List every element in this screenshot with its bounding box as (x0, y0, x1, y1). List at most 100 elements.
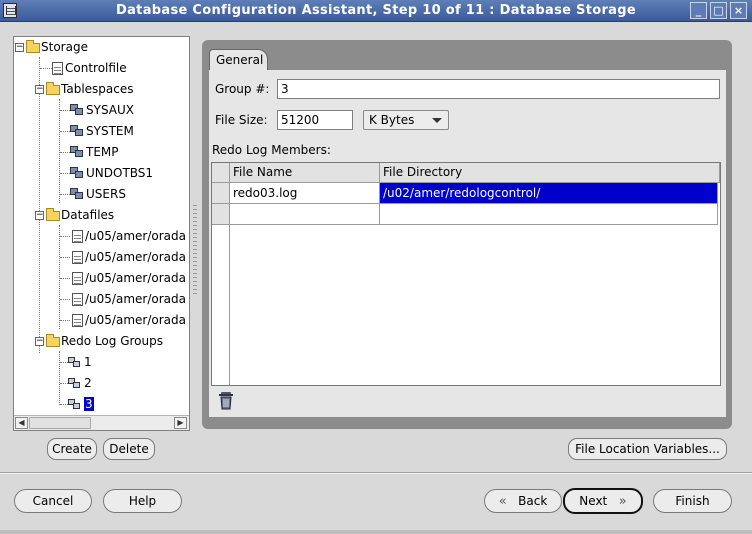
tree-connector (60, 383, 68, 384)
collapse-toggle[interactable]: − (35, 337, 44, 346)
chevron-down-icon (432, 118, 442, 123)
tree-node-redo-group-selected[interactable]: 3 (68, 395, 94, 413)
row-header[interactable] (212, 204, 230, 225)
table-cell-file-directory[interactable] (380, 204, 718, 225)
file-size-field[interactable]: 51200 (277, 110, 353, 130)
file-location-variables-button[interactable]: File Location Variables... (568, 438, 727, 460)
footer-separator (0, 472, 752, 474)
tab-general[interactable]: General (209, 49, 268, 71)
tree-node-datafile[interactable]: /u05/amer/orada (72, 248, 186, 266)
collapse-toggle[interactable]: − (15, 43, 24, 52)
datafile-icon (72, 293, 83, 306)
tree-node-datafile[interactable]: /u05/amer/orada (72, 311, 186, 329)
column-header-file-name[interactable]: File Name (230, 163, 380, 183)
tablespace-icon (70, 125, 85, 138)
tree-node-storage[interactable]: Storage (26, 38, 88, 56)
file-size-label: File Size: (215, 113, 268, 127)
tree-node-datafiles[interactable]: Datafiles (46, 206, 114, 224)
tree-node-tablespace[interactable]: SYSTEM (70, 122, 134, 140)
delete-button[interactable]: Delete (103, 438, 155, 460)
tree-connector (60, 173, 70, 174)
maximize-button[interactable]: □ (710, 2, 727, 19)
group-number-label: Group #: (215, 82, 270, 96)
tree-node-tablespace[interactable]: USERS (70, 185, 126, 203)
tree-node-datafile[interactable]: /u05/amer/orada (72, 290, 186, 308)
scroll-left-icon[interactable]: ◀ (15, 417, 28, 429)
splitter-handle[interactable] (193, 205, 197, 295)
tree-connector (60, 152, 70, 153)
collapse-toggle[interactable]: − (35, 85, 44, 94)
tree-connector (60, 236, 70, 237)
tree-connector (40, 68, 52, 69)
file-size-unit-select[interactable]: K Bytes (363, 110, 449, 130)
unit-value: K Bytes (369, 113, 415, 127)
folder-icon (46, 207, 60, 221)
tree-connector (39, 57, 40, 353)
redo-log-members-table[interactable]: File Name File Directory redo03.log /u02… (211, 162, 721, 386)
tree-connector (60, 131, 70, 132)
create-button[interactable]: Create (47, 438, 97, 460)
bottom-edge (0, 530, 752, 534)
tree-connector (60, 320, 70, 321)
datafile-icon (72, 314, 83, 327)
tree-node-tablespace[interactable]: TEMP (70, 143, 119, 161)
tree-node-tablespaces[interactable]: Tablespaces (46, 80, 134, 98)
folder-icon (26, 39, 40, 53)
table-cell-file-name[interactable] (230, 204, 380, 225)
redo-log-icon (68, 398, 83, 411)
tree-node-controlfile[interactable]: Controlfile (52, 59, 127, 77)
tree-node-redo-group[interactable]: 1 (68, 353, 92, 371)
tree-node-redo-group[interactable]: 2 (68, 374, 92, 392)
table-cell-file-name[interactable]: redo03.log (230, 183, 380, 204)
column-header-file-directory[interactable]: File Directory (380, 163, 720, 183)
tablespace-icon (70, 104, 85, 117)
next-button[interactable]: Next » (563, 488, 643, 514)
tablespace-icon (70, 167, 85, 180)
chevron-right-icon: » (618, 494, 627, 509)
tree-connector (59, 225, 60, 329)
table-cell-file-directory[interactable]: /u02/amer/redologcontrol/ (380, 183, 718, 204)
tree-node-datafile[interactable]: /u05/amer/orada (72, 269, 186, 287)
redo-log-icon (68, 377, 83, 390)
redo-log-icon (68, 356, 83, 369)
datafile-icon (72, 251, 83, 264)
minimize-button[interactable]: _ (690, 2, 707, 19)
tree-node-tablespace[interactable]: UNDOTBS1 (70, 164, 153, 182)
scroll-thumb[interactable] (29, 417, 91, 429)
group-number-field[interactable]: 3 (277, 79, 720, 99)
tree-connector (60, 110, 70, 111)
row-header[interactable] (212, 183, 230, 204)
tree-connector (59, 351, 60, 405)
tree-connector (60, 278, 70, 279)
back-button[interactable]: « Back (484, 489, 562, 513)
row-header-gutter (212, 225, 230, 385)
folder-icon (46, 81, 60, 95)
controlfile-icon (52, 62, 63, 75)
close-button[interactable]: × (730, 2, 747, 19)
collapse-toggle[interactable]: − (35, 211, 44, 220)
tree-node-redo-log-groups[interactable]: Redo Log Groups (46, 332, 163, 350)
tree-node-datafile[interactable]: /u05/amer/orada (72, 227, 186, 245)
finish-button[interactable]: Finish (653, 489, 732, 513)
tree-connector (60, 194, 70, 195)
tree-connector (60, 404, 68, 405)
table-corner (212, 163, 230, 183)
window-title: Database Configuration Assistant, Step 1… (116, 3, 636, 18)
scroll-right-icon[interactable]: ▶ (174, 417, 187, 429)
title-bar: Database Configuration Assistant, Step 1… (0, 0, 752, 22)
datafile-icon (72, 230, 83, 243)
tree-horizontal-scrollbar[interactable]: ◀ ▶ (14, 415, 189, 430)
trash-icon[interactable] (218, 391, 234, 410)
tablespace-icon (70, 146, 85, 159)
redo-log-members-label: Redo Log Members: (212, 143, 331, 157)
tree-connector (59, 99, 60, 203)
tree-connector (60, 362, 68, 363)
cancel-button[interactable]: Cancel (14, 489, 92, 513)
tree-connector (60, 299, 70, 300)
tree-node-tablespace[interactable]: SYSAUX (70, 101, 134, 119)
storage-tree[interactable]: − Storage Controlfile − Tablespaces SYSA… (13, 36, 190, 431)
datafile-icon (72, 272, 83, 285)
chevron-left-icon: « (498, 494, 507, 509)
help-button[interactable]: Help (103, 489, 182, 513)
folder-icon (46, 333, 60, 347)
